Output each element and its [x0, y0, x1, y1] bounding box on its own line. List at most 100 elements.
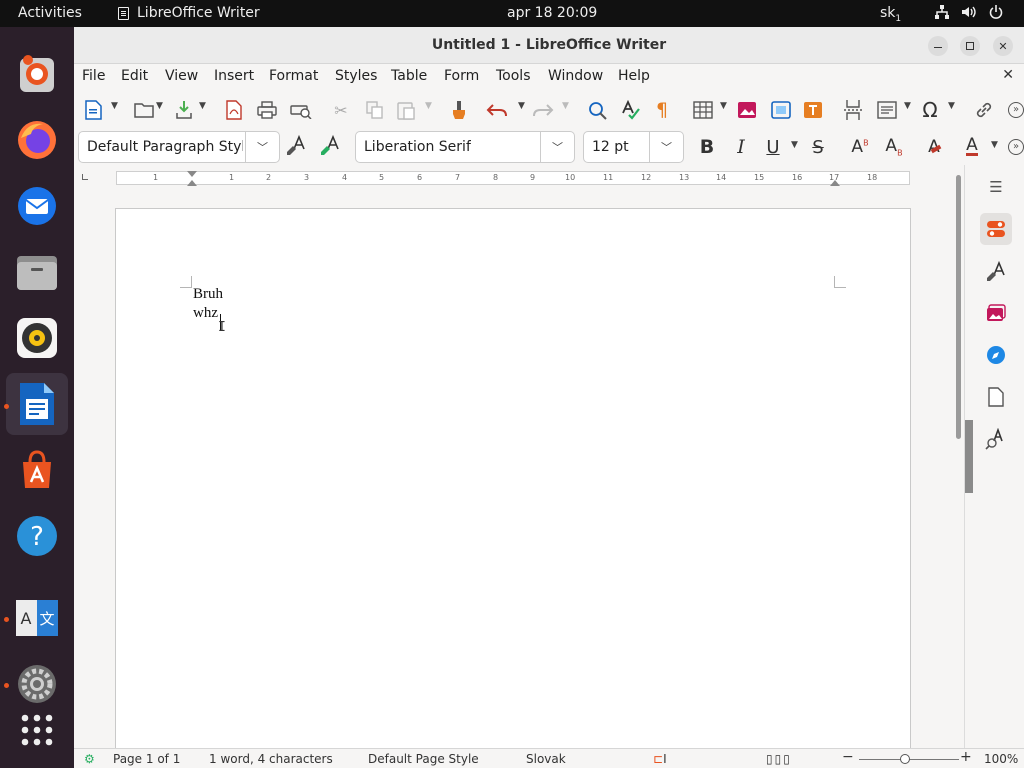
scrollbar-thumb[interactable]: [956, 175, 961, 439]
dock-language-support[interactable]: A文: [14, 595, 60, 641]
open-button[interactable]: [132, 98, 156, 122]
font-color-button[interactable]: A: [960, 135, 984, 159]
spelling-button[interactable]: [619, 98, 643, 122]
keyboard-layout-indicator[interactable]: sk1: [880, 5, 901, 24]
chevron-down-icon[interactable]: ▼: [518, 101, 525, 111]
menu-view[interactable]: View: [165, 68, 198, 84]
dock-help[interactable]: ?: [14, 513, 60, 559]
dock-rhythmbox[interactable]: [14, 315, 60, 361]
maximize-button[interactable]: [960, 36, 980, 56]
print-button[interactable]: [255, 98, 279, 122]
menu-tools[interactable]: Tools: [496, 68, 531, 84]
chevron-down-icon[interactable]: ▼: [720, 101, 727, 111]
document-line[interactable]: whz: [193, 305, 218, 322]
menu-help[interactable]: Help: [618, 68, 650, 84]
dock-thunderbird[interactable]: [14, 183, 60, 229]
insert-table-button[interactable]: [691, 98, 715, 122]
zoom-in-button[interactable]: +: [960, 749, 972, 765]
sidebar-page-button[interactable]: [980, 381, 1012, 413]
show-apps-button[interactable]: [14, 707, 60, 753]
undo-button[interactable]: [485, 98, 509, 122]
more-tools-button[interactable]: »: [1004, 98, 1024, 122]
print-preview-button[interactable]: [289, 98, 313, 122]
sidebar-properties-button[interactable]: [980, 213, 1012, 245]
menu-file[interactable]: File: [82, 68, 105, 84]
insert-chart-button[interactable]: [769, 98, 793, 122]
sidebar-resize-grip[interactable]: [965, 420, 973, 493]
left-indent-marker[interactable]: [187, 171, 197, 177]
chevron-down-icon[interactable]: ▼: [562, 101, 569, 111]
view-layout-icons[interactable]: ▯▯▯: [766, 752, 792, 766]
minimize-button[interactable]: [928, 36, 948, 56]
dock-installer[interactable]: [14, 51, 60, 97]
dock-settings[interactable]: [14, 661, 60, 707]
font-name-combo[interactable]: Liberation Serif ﹀: [355, 131, 575, 163]
strikethrough-button[interactable]: S: [806, 135, 830, 159]
superscript-button[interactable]: AB: [848, 135, 872, 159]
app-menu[interactable]: LibreOffice Writer: [118, 5, 260, 21]
insert-field-button[interactable]: [875, 98, 899, 122]
chevron-down-icon[interactable]: ▼: [904, 101, 911, 111]
find-replace-button[interactable]: [585, 98, 609, 122]
dock-files[interactable]: [14, 249, 60, 295]
page-style[interactable]: Default Page Style: [368, 752, 479, 766]
document-signature-icon[interactable]: ⚙: [84, 752, 95, 766]
title-bar[interactable]: Untitled 1 - LibreOffice Writer ✕: [74, 27, 1024, 64]
font-size-combo[interactable]: 12 pt ﹀: [583, 131, 684, 163]
chevron-down-icon[interactable]: ▼: [199, 101, 206, 111]
insert-image-button[interactable]: [735, 98, 759, 122]
menu-insert[interactable]: Insert: [214, 68, 254, 84]
chevron-down-icon[interactable]: ﹀: [649, 132, 683, 162]
subscript-button[interactable]: AB: [882, 135, 906, 159]
menu-window[interactable]: Window: [548, 68, 603, 84]
redo-button[interactable]: [531, 98, 555, 122]
insert-page-break-button[interactable]: [841, 98, 865, 122]
close-button[interactable]: ✕: [993, 36, 1013, 56]
underline-button[interactable]: U: [761, 135, 785, 159]
vertical-scrollbar[interactable]: [954, 175, 964, 755]
chevron-down-icon[interactable]: ▼: [156, 101, 163, 111]
text-language[interactable]: Slovak: [526, 752, 566, 766]
export-pdf-button[interactable]: [222, 98, 246, 122]
system-menu[interactable]: [934, 4, 1004, 20]
chevron-down-icon[interactable]: ▼: [948, 101, 955, 111]
chevron-down-icon[interactable]: ▼: [425, 101, 432, 111]
activities-button[interactable]: Activities: [18, 5, 82, 21]
document-page[interactable]: Bruh whz I: [115, 208, 911, 768]
menu-styles[interactable]: Styles: [335, 68, 377, 84]
chevron-down-icon[interactable]: ▼: [111, 101, 118, 111]
left-margin-marker[interactable]: [187, 180, 197, 186]
close-document-icon[interactable]: ✕: [1002, 67, 1014, 83]
clock[interactable]: apr 18 20:09: [507, 5, 597, 21]
paragraph-style-combo[interactable]: Default Paragraph Styl ﹀: [78, 131, 280, 163]
page-count[interactable]: Page 1 of 1: [113, 752, 180, 766]
formatting-marks-button[interactable]: ¶: [650, 98, 674, 122]
chevron-down-icon[interactable]: ﹀: [540, 132, 574, 162]
dock-writer[interactable]: [6, 373, 68, 435]
insert-mode-icon[interactable]: ⊏I: [653, 752, 667, 766]
paste-button[interactable]: [394, 98, 418, 122]
chevron-down-icon[interactable]: ▼: [991, 140, 998, 150]
chevron-down-icon[interactable]: ﹀: [245, 132, 279, 162]
insert-hyperlink-button[interactable]: [972, 98, 996, 122]
zoom-slider-handle[interactable]: [900, 754, 910, 764]
zoom-level[interactable]: 100%: [984, 752, 1018, 766]
chevron-down-icon[interactable]: ▼: [791, 140, 798, 150]
copy-button[interactable]: [363, 98, 387, 122]
cut-button[interactable]: ✂: [329, 98, 353, 122]
tab-stop-icon[interactable]: [82, 174, 88, 180]
save-button[interactable]: [172, 98, 196, 122]
document-line[interactable]: Bruh: [193, 286, 223, 303]
new-document-button[interactable]: [81, 98, 105, 122]
new-style-button[interactable]: [318, 133, 342, 157]
update-style-button[interactable]: [284, 133, 308, 157]
menu-format[interactable]: Format: [269, 68, 318, 84]
clone-formatting-button[interactable]: [447, 98, 471, 122]
sidebar-gallery-button[interactable]: [980, 297, 1012, 329]
document-area[interactable]: Bruh whz I: [74, 192, 964, 768]
word-count[interactable]: 1 word, 4 characters: [209, 752, 333, 766]
dock-firefox[interactable]: [14, 117, 60, 163]
menu-edit[interactable]: Edit: [121, 68, 148, 84]
italic-button[interactable]: I: [729, 135, 753, 159]
dock-app-center[interactable]: [14, 447, 60, 493]
